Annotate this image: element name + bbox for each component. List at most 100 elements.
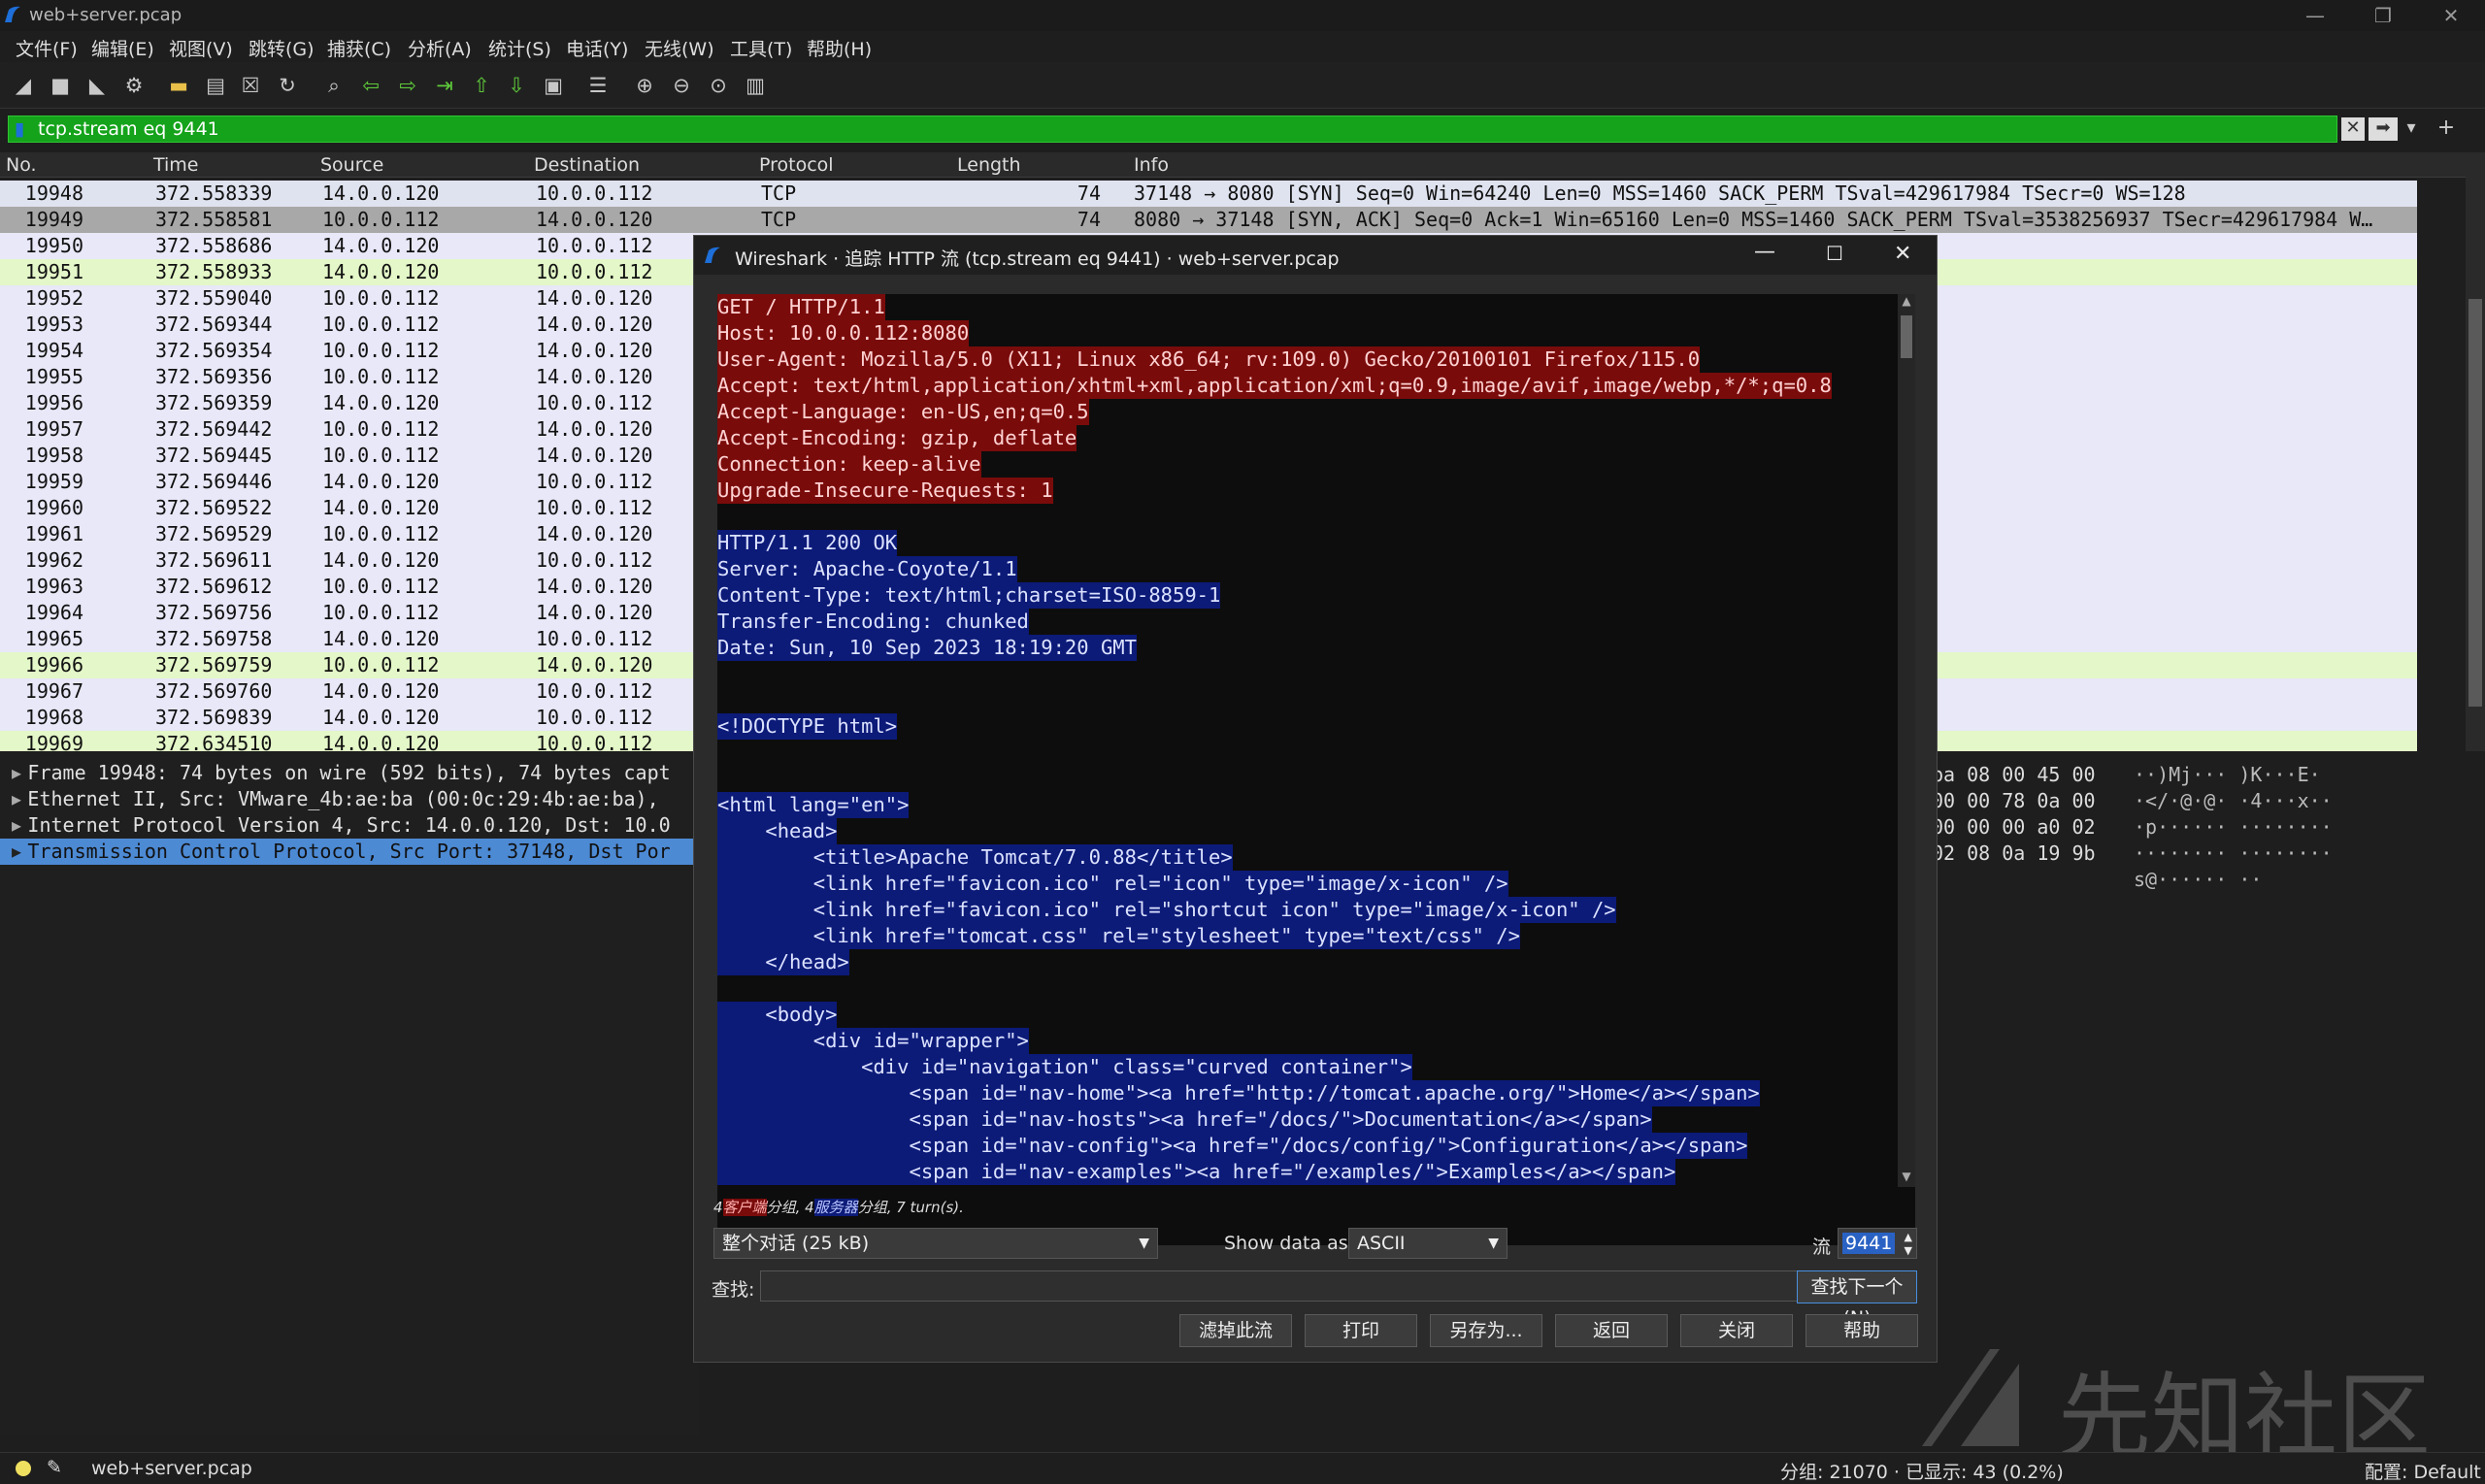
menu-capture[interactable]: 捕获(C) [327,35,391,61]
hex-ascii[interactable]: ········ ········ [2134,841,2333,865]
stream-number-spinbox[interactable]: 9441 ▲ ▼ [1838,1228,1917,1259]
zoom-reset-icon[interactable]: ⊙ [705,72,732,99]
packet-row[interactable]: 19948 372.558339 14.0.0.120 10.0.0.112 TCP 74… [0,181,2417,207]
restore-icon[interactable]: ❐ [2349,0,2417,31]
packet-destination: 14.0.0.120 [536,444,653,467]
packet-source: 14.0.0.120 [322,260,440,283]
server-line: Server: Apache-Coyote/1.1 [717,556,1017,582]
menu-analyze[interactable]: 分析(A) [408,35,472,61]
spin-down-icon[interactable]: ▼ [1905,1237,1912,1266]
packet-destination: 14.0.0.120 [536,522,653,545]
go-forward-icon[interactable]: ⇨ [394,72,421,99]
packet-source: 14.0.0.120 [322,234,440,257]
print-button[interactable]: 打印 [1305,1314,1417,1347]
detail-ethernet[interactable]: ▸ Ethernet II, Src: VMware_4b:ae:ba (00:… [0,786,699,812]
display-filter-input[interactable]: ▮ tcp.stream eq 9441 [8,115,2337,143]
restart-capture-icon[interactable]: ◣ [83,72,111,99]
detail-frame[interactable]: ▸ Frame 19948: 74 bytes on wire (592 bit… [0,760,699,786]
add-filter-button-icon[interactable]: + [2433,117,2460,141]
find-next-button[interactable]: 查找下一个(N) [1797,1270,1917,1329]
server-line: <link href="tomcat.css" rel="stylesheet"… [717,923,1520,949]
stop-capture-icon[interactable]: ■ [47,72,74,99]
bookmark-icon[interactable]: ▮ [15,116,24,142]
save-as-button[interactable]: 另存为... [1430,1314,1542,1347]
menu-go[interactable]: 跳转(G) [248,35,315,61]
menu-statistics[interactable]: 统计(S) [488,35,551,61]
packet-bytes-pane: ba 08 00 45 00 ··)Mj··· )K···E· 00 00 78 0… [1932,755,2485,949]
packet-source: 14.0.0.120 [322,627,440,650]
last-packet-icon[interactable]: ⇩ [503,72,530,99]
column-protocol[interactable]: Protocol [759,154,834,176]
hex-bytes[interactable]: 00 00 00 a0 02 [1932,815,2096,839]
dialog-title: Wireshark · 追踪 HTTP 流 (tcp.stream eq 944… [735,248,1340,270]
close-file-icon[interactable]: ☒ [237,72,264,99]
column-time[interactable]: Time [153,154,199,176]
packet-destination: 10.0.0.112 [536,732,653,751]
hex-bytes[interactable]: 02 08 0a 19 9b [1932,841,2096,865]
reload-icon[interactable]: ↻ [274,72,301,99]
save-file-icon[interactable]: ▤ [202,72,229,99]
clear-filter-icon[interactable]: ✕ [2341,117,2365,141]
packet-list-scrollbar[interactable] [2466,153,2485,751]
menu-view[interactable]: 视图(V) [169,35,233,61]
server-line: <body> [717,1002,838,1028]
comment-icon[interactable]: ✎ [47,1457,62,1478]
packet-source: 14.0.0.120 [322,548,440,572]
hex-ascii[interactable]: s@······ ·· [2134,868,2262,891]
packet-row[interactable]: 19949 372.558581 10.0.0.112 14.0.0.120 TCP 74… [0,207,2417,233]
column-no[interactable]: No. [6,154,37,176]
close-icon[interactable]: ✕ [2417,0,2485,31]
back-button[interactable]: 返回 [1555,1314,1668,1347]
auto-scroll-icon[interactable]: ▣ [540,72,567,99]
zoom-in-icon[interactable]: ⊕ [631,72,658,99]
menu-file[interactable]: 文件(F) [16,35,78,61]
colorize-icon[interactable]: ☰ [584,72,612,99]
hex-bytes[interactable]: 00 00 78 0a 00 [1932,789,2096,812]
status-profile[interactable]: 配置: Default [2365,1458,2481,1484]
filter-out-stream-button[interactable]: 滤掉此流 [1179,1314,1292,1347]
menu-tools[interactable]: 工具(T) [730,35,792,61]
packet-no: 19951 [24,260,83,283]
hex-ascii[interactable]: ··)Mj··· )K···E· [2134,763,2321,786]
detail-tcp[interactable]: ▸ Transmission Control Protocol, Src Por… [0,839,699,865]
show-data-as-select[interactable]: ASCII ▼ [1348,1228,1508,1259]
conversation-select[interactable]: 整个对话 (25 kB) ▼ [713,1228,1158,1259]
packet-destination: 10.0.0.112 [536,627,653,650]
first-packet-icon[interactable]: ⇧ [468,72,495,99]
zoom-out-icon[interactable]: ⊖ [668,72,695,99]
resize-columns-icon[interactable]: ▥ [742,72,769,99]
close-button[interactable]: 关闭 [1680,1314,1793,1347]
open-file-icon[interactable]: ▬ [165,72,192,99]
column-destination[interactable]: Destination [534,154,640,176]
column-info[interactable]: Info [1134,154,1169,176]
filter-history-icon[interactable]: ▾ [2402,117,2421,141]
server-line: Transfer-Encoding: chunked [717,609,1029,635]
dialog-maximize-icon[interactable]: ☐ [1826,242,1843,265]
minimize-icon[interactable]: — [2281,0,2349,31]
hex-ascii[interactable]: ·p······ ········ [2134,815,2333,839]
detail-ip[interactable]: ▸ Internet Protocol Version 4, Src: 14.0… [0,812,699,839]
apply-filter-icon[interactable]: ➡ [2369,117,2398,141]
menu-edit[interactable]: 编辑(E) [91,35,154,61]
find-packet-icon[interactable]: ⌕ [320,72,348,99]
find-input[interactable] [760,1270,1799,1302]
capture-options-icon[interactable]: ⚙ [120,72,148,99]
help-button[interactable]: 帮助 [1806,1314,1918,1347]
packet-time: 372.569839 [155,706,273,729]
stream-scrollbar[interactable]: ▲ ▼ [1898,294,1915,1187]
menu-wireless[interactable]: 无线(W) [645,35,714,61]
column-source[interactable]: Source [320,154,383,176]
menu-help[interactable]: 帮助(H) [807,35,872,61]
hex-ascii[interactable]: ·</·@·@· ·4···x·· [2134,789,2333,812]
stream-content[interactable]: GET / HTTP/1.1 Host: 10.0.0.112:8080 User-… [717,294,1915,1245]
start-capture-icon[interactable]: ◢ [10,72,37,99]
watermark: 先知社区 [1922,1341,2485,1471]
go-back-icon[interactable]: ⇦ [357,72,384,99]
dialog-minimize-icon[interactable]: — [1754,240,1775,264]
hex-bytes[interactable]: ba 08 00 45 00 [1932,763,2096,786]
go-to-packet-icon[interactable]: ⇥ [431,72,458,99]
packet-no: 19948 [24,181,83,205]
menu-telephony[interactable]: 电话(Y) [566,35,628,61]
dialog-close-icon[interactable]: ✕ [1894,242,1911,266]
column-length[interactable]: Length [957,154,1021,176]
